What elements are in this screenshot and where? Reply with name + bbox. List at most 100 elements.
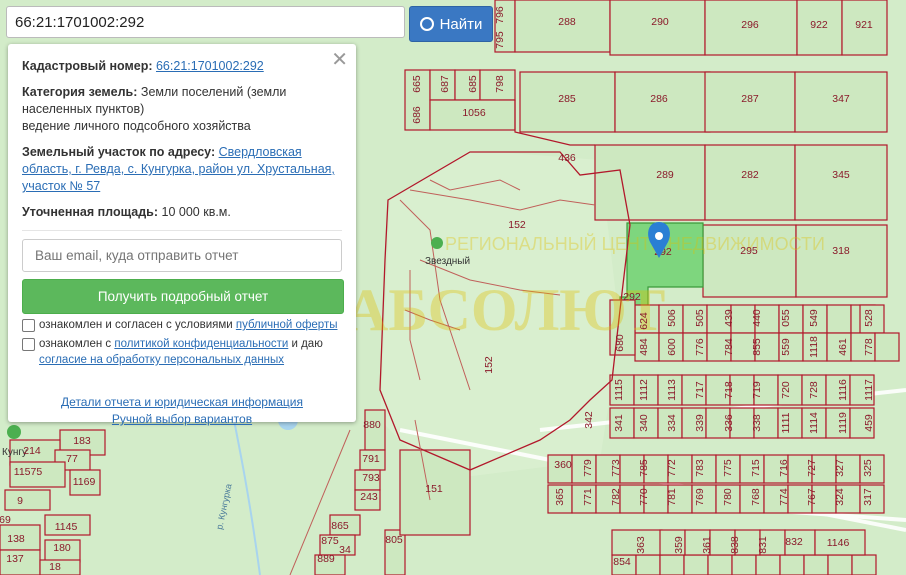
close-icon[interactable]: ✕ bbox=[331, 50, 348, 70]
parcel-label: 151 bbox=[425, 483, 443, 495]
privacy-link[interactable]: политикой конфиденциальности bbox=[114, 338, 288, 350]
parcel-label: 243 bbox=[360, 491, 378, 503]
category-row: Категория земель: Земли поселений (земли… bbox=[22, 85, 287, 133]
parcel-label: 922 bbox=[810, 19, 828, 31]
parcel-label: 781 bbox=[666, 488, 678, 506]
parcel-label: 775 bbox=[722, 459, 734, 477]
consent-link[interactable]: согласие на обработку персональных данны… bbox=[39, 354, 284, 366]
parcel-label: 180 bbox=[53, 542, 71, 554]
email-field[interactable] bbox=[22, 239, 342, 272]
parcel-shape[interactable] bbox=[851, 554, 877, 575]
parcel-label: 1112 bbox=[638, 379, 650, 401]
parcel-label: 865 bbox=[331, 520, 349, 532]
parcel-label: 783 bbox=[694, 459, 706, 477]
parcel-label: 528 bbox=[863, 309, 875, 327]
parcel-label: 295 bbox=[740, 245, 758, 257]
parcel-label: 505 bbox=[694, 309, 706, 327]
offer-checkbox[interactable] bbox=[22, 319, 35, 332]
parcel-shape[interactable] bbox=[803, 554, 829, 575]
parcel-shape[interactable] bbox=[659, 554, 685, 575]
parcel-shape[interactable] bbox=[707, 554, 733, 575]
parcel-label: 439 bbox=[723, 309, 735, 327]
parcel-label: 484 bbox=[638, 338, 650, 356]
parcel-shape[interactable] bbox=[826, 304, 852, 334]
parcel-label: 854 bbox=[613, 556, 631, 568]
privacy-checkbox[interactable] bbox=[22, 338, 35, 351]
search-icon bbox=[419, 17, 434, 31]
parcel-label: 665 bbox=[411, 75, 423, 93]
parcel-label: 506 bbox=[666, 309, 678, 327]
search-button[interactable]: Найти bbox=[409, 6, 493, 42]
parcel-label: 1113 bbox=[666, 379, 678, 401]
parcel-shape[interactable] bbox=[635, 554, 661, 575]
parcel-label: 768 bbox=[750, 488, 762, 506]
parcel-shape[interactable] bbox=[827, 554, 853, 575]
parcel-label: 838 bbox=[729, 536, 741, 554]
parcel-label: 769 bbox=[694, 488, 706, 506]
parcel-label: 767 bbox=[806, 488, 818, 506]
parcel-label: 798 bbox=[494, 75, 506, 93]
get-report-button[interactable]: Получить подробный отчет bbox=[22, 279, 344, 314]
parcel-label: 325 bbox=[862, 459, 874, 477]
parcel-label: 345 bbox=[832, 169, 850, 181]
parcel-label: 728 bbox=[808, 381, 820, 399]
parcel-label: 152 bbox=[483, 356, 495, 374]
parcel-label: 1117 bbox=[863, 379, 875, 401]
parcel-label: 778 bbox=[863, 338, 875, 356]
parcel-label: 685 bbox=[467, 75, 479, 93]
parcel-label: 459 bbox=[863, 414, 875, 432]
parcel-label: 461 bbox=[837, 338, 849, 356]
details-link[interactable]: Детали отчета и юридическая информация bbox=[61, 395, 303, 409]
parcel-label: 889 bbox=[317, 553, 335, 565]
parcel-label: 795 bbox=[494, 31, 506, 49]
parcel-shape[interactable] bbox=[874, 332, 900, 362]
search-input[interactable] bbox=[6, 6, 405, 38]
parcel-label: 779 bbox=[582, 459, 594, 477]
parcel-label: 342 bbox=[583, 411, 595, 429]
parcel-label: 289 bbox=[656, 169, 674, 181]
parcel-shape[interactable] bbox=[683, 554, 709, 575]
parcel-label: 336 bbox=[723, 414, 735, 432]
parcel-shape[interactable] bbox=[755, 554, 781, 575]
parcel-label: 365 bbox=[554, 488, 566, 506]
parcel-label: 183 bbox=[73, 435, 91, 447]
cad-number-link[interactable]: 66:21:1701002:292 bbox=[156, 59, 264, 73]
parcel-label: 77 bbox=[66, 453, 78, 465]
cad-number-row: Кадастровый номер: 66:21:1701002:292 bbox=[22, 59, 264, 73]
place-label: Звездный bbox=[425, 256, 470, 267]
manual-selection-link[interactable]: Ручной выбор вариантов bbox=[112, 412, 252, 426]
parcel-label: 921 bbox=[855, 19, 873, 31]
parcel-label: 1118 bbox=[808, 336, 820, 358]
parcel-label: 1146 bbox=[827, 537, 850, 549]
parcel-label: 1114 bbox=[808, 412, 820, 434]
parcel-label: 318 bbox=[832, 245, 850, 257]
address-row: Земельный участок по адресу: Свердловска… bbox=[22, 145, 335, 193]
parcel-label: 11575 bbox=[14, 466, 43, 478]
parcel-label: 292 bbox=[623, 291, 641, 303]
parcel-label: 559 bbox=[780, 338, 792, 356]
parcel-label: 680 bbox=[614, 334, 626, 352]
parcel-label: 327 bbox=[834, 459, 846, 477]
parcel-label: 780 bbox=[722, 488, 734, 506]
search-bar: Найти bbox=[6, 6, 493, 42]
place-icon bbox=[431, 237, 443, 249]
parcel-label: 776 bbox=[694, 338, 706, 356]
parcel-label: 436 bbox=[558, 152, 576, 164]
parcel-label: 361 bbox=[701, 536, 713, 554]
parcel-label: 549 bbox=[808, 309, 820, 327]
parcel-label: 290 bbox=[651, 16, 669, 28]
parcel-shape[interactable] bbox=[779, 554, 805, 575]
offer-link[interactable]: публичной оферты bbox=[236, 319, 338, 331]
area-row: Уточненная площадь: 10 000 кв.м. bbox=[22, 205, 231, 219]
parcel-shape[interactable] bbox=[731, 554, 757, 575]
parcel-label: 69 bbox=[0, 514, 11, 526]
parcel-label: 1115 bbox=[613, 379, 625, 401]
parcel-label: 600 bbox=[666, 338, 678, 356]
parcel-label: 720 bbox=[780, 381, 792, 399]
offer-checkbox-row: ознакомлен и согласен с условиями публич… bbox=[22, 317, 342, 333]
parcel-label: 875 bbox=[321, 535, 339, 547]
parcel-label: 340 bbox=[638, 414, 650, 432]
parcel-label: 360 bbox=[554, 459, 572, 471]
parcel-label: 1111 bbox=[780, 412, 792, 433]
parcel-label: 719 bbox=[751, 381, 763, 399]
